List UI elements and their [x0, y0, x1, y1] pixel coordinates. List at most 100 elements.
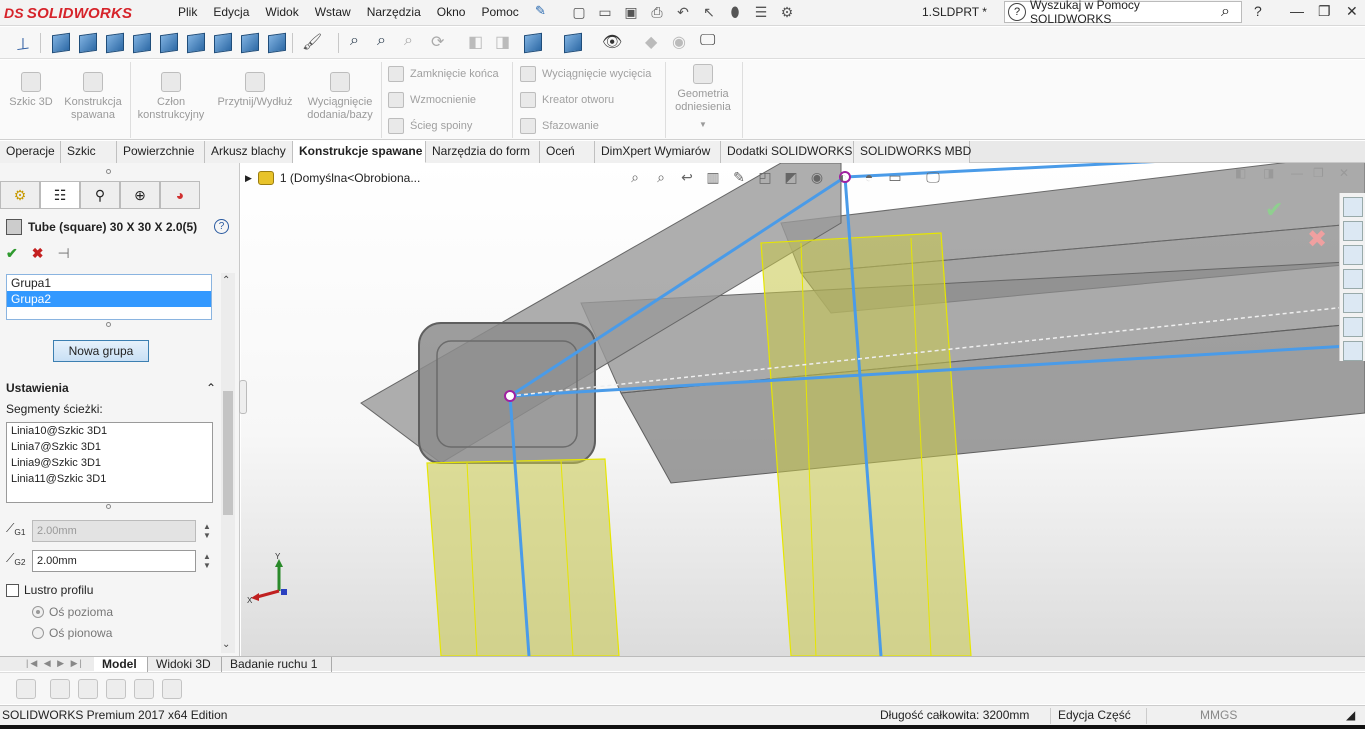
solidworks-logo[interactable]: DS SOLIDWORKS — [4, 2, 132, 24]
sketch-3d-button[interactable]: Szkic 3D — [8, 72, 54, 109]
pushpin-icon[interactable]: ⊣ — [57, 245, 69, 262]
chamfer-button[interactable]: Sfazowanie — [520, 118, 599, 134]
pm-scrollbar[interactable]: ⌃ ⌄ — [221, 273, 235, 653]
open-icon[interactable]: ▭ — [594, 2, 616, 22]
list-item[interactable]: Linia11@Szkic 3D1 — [7, 471, 212, 487]
brush-icon[interactable]: 🖌 — [302, 32, 324, 54]
menu-edit[interactable]: Edycja — [205, 4, 257, 20]
structural-member-icon[interactable] — [50, 679, 70, 699]
select-icon[interactable]: ↖ — [698, 2, 720, 22]
hide-show-icon[interactable]: ◉ — [807, 169, 827, 189]
expand-triangle-icon[interactable]: ▶ — [245, 173, 252, 184]
chevron-down-icon[interactable]: ▼ — [670, 118, 736, 131]
resize-handle[interactable] — [106, 322, 111, 327]
weldment-icon[interactable] — [16, 679, 36, 699]
structural-member-button[interactable]: Człon konstrukcyjny — [134, 72, 208, 122]
extruded-boss-button[interactable]: Wyciągnięcie dodania/bazy — [302, 72, 378, 122]
tab-dimxpert[interactable]: DimXpert Wymiarów — [595, 141, 721, 163]
display-style-icon[interactable] — [562, 32, 584, 54]
scroll-up-icon[interactable]: ⌃ — [222, 275, 230, 286]
rebuild-icon[interactable]: ⬮ — [724, 2, 746, 22]
hide-show-items-icon[interactable]: 👁 — [602, 32, 624, 54]
tab-motion-study[interactable]: Badanie ruchu 1 — [222, 657, 332, 672]
zoom-area-icon[interactable]: ⌕ — [377, 32, 399, 54]
view-orientation-icon[interactable]: ◰ — [755, 169, 775, 189]
gusset-button[interactable]: Wzmocnienie — [388, 92, 476, 108]
list-item[interactable]: Linia7@Szkic 3D1 — [7, 439, 212, 455]
reference-geometry-button[interactable]: Geometria odniesienia ▼ — [670, 64, 736, 131]
weld-bead-icon[interactable] — [162, 679, 182, 699]
section-view-icon[interactable]: ▥ — [703, 169, 723, 189]
zoom-selection-icon[interactable]: ⌕ — [404, 32, 426, 54]
settings-section-header[interactable]: Ustawienia ⌃ — [6, 381, 216, 395]
search-icon[interactable]: ⌕ — [1221, 3, 1241, 21]
tab-sheet-metal[interactable]: Arkusz blachy — [205, 141, 293, 163]
undo-icon[interactable]: ↶ — [672, 2, 694, 22]
groups-list[interactable]: Grupa1 Grupa2 — [6, 274, 212, 320]
mirror-profile-checkbox[interactable] — [6, 583, 19, 597]
view-right-icon[interactable] — [131, 32, 153, 54]
gap-g1-spinner[interactable]: ▲ ▼ — [203, 522, 211, 540]
file-properties-icon[interactable]: ☰ — [750, 2, 772, 22]
ok-check-icon[interactable]: ✔ — [6, 245, 18, 262]
pin-menu-icon[interactable]: ✎ — [535, 3, 546, 19]
list-item-group2[interactable]: Grupa2 — [7, 291, 211, 307]
end-cap-button[interactable]: Zamknięcie końca — [388, 66, 499, 82]
viewport-prev-icon[interactable]: ◧ — [1235, 166, 1246, 180]
viewport-next-icon[interactable]: ◨ — [1263, 166, 1274, 180]
design-library-icon[interactable] — [1343, 245, 1363, 265]
previous-view-icon[interactable]: ↩ — [677, 169, 697, 189]
dynamic-annotation-icon[interactable]: ✎ — [729, 169, 749, 189]
home-icon[interactable] — [1343, 197, 1363, 217]
custom-properties-icon[interactable] — [1343, 317, 1363, 337]
appearances-icon[interactable] — [1343, 293, 1363, 313]
property-manager-tab-icon[interactable]: ☷ — [40, 181, 80, 209]
tab-surfaces[interactable]: Powierzchnie — [117, 141, 205, 163]
tab-mbd[interactable]: SOLIDWORKS MBD — [854, 141, 971, 163]
view-settings-icon[interactable]: ▭ — [885, 169, 905, 189]
tab-addins[interactable]: Dodatki SOLIDWORKS — [721, 141, 854, 163]
viewport-restore-icon[interactable]: ❐ — [1313, 166, 1324, 180]
model-viewport[interactable] — [241, 163, 1365, 656]
tab-model[interactable]: Model — [94, 657, 148, 672]
mirror-profile-checkbox-row[interactable]: Lustro profilu — [6, 583, 93, 597]
dimxpert-manager-tab-icon[interactable]: ⊕ — [120, 181, 160, 209]
display-monitor-icon[interactable]: 🖵 — [923, 169, 943, 189]
tab-3d-views[interactable]: Widoki 3D — [148, 657, 222, 672]
trim-extend-icon[interactable] — [78, 679, 98, 699]
view-trimetric-icon[interactable] — [239, 32, 261, 54]
confirmation-ok-icon[interactable]: ✔ — [1265, 197, 1283, 223]
view-front-icon[interactable] — [50, 32, 72, 54]
menu-help[interactable]: Pomoc — [473, 4, 526, 20]
list-item-group1[interactable]: Grupa1 — [7, 275, 211, 291]
scroll-down-icon[interactable]: ⌄ — [222, 639, 230, 650]
help-search-input[interactable]: Wyszukaj w Pomocy SOLIDWORKS — [1030, 0, 1221, 26]
scene-icon[interactable]: ◉ — [672, 32, 694, 54]
view-top-icon[interactable] — [158, 32, 180, 54]
tab-features[interactable]: Operacje — [0, 141, 61, 163]
restore-icon[interactable]: ❐ — [1318, 3, 1331, 20]
resize-handle[interactable] — [106, 504, 111, 509]
feature-manager-tab-icon[interactable]: ⚙ — [0, 181, 40, 209]
axis-horizontal-radio[interactable] — [32, 606, 44, 618]
scroll-thumb[interactable] — [223, 391, 233, 515]
list-item[interactable]: Linia9@Szkic 3D1 — [7, 455, 212, 471]
weldment-button[interactable]: Konstrukcja spawana — [60, 72, 126, 122]
tab-scroll-arrows[interactable]: |◀ ◀ ▶ ▶| — [26, 658, 84, 669]
appearance-icon[interactable]: ◆ — [645, 32, 667, 54]
help-search-box[interactable]: ? Wyszukaj w Pomocy SOLIDWORKS ⌕ — [1004, 0, 1242, 26]
confirmation-cancel-icon[interactable]: ✖ — [1307, 225, 1327, 254]
normal-to-icon[interactable]: ⊥ — [14, 32, 36, 54]
resources-icon[interactable] — [1343, 221, 1363, 241]
list-item[interactable]: Linia10@Szkic 3D1 — [7, 423, 212, 439]
forum-icon[interactable] — [1343, 341, 1363, 361]
rotate-icon[interactable]: ⟳ — [431, 32, 453, 54]
pane-splitter-handle[interactable] — [239, 380, 247, 414]
resize-grip-icon[interactable]: ◢ — [1346, 706, 1355, 725]
gap-g2-spinner[interactable]: ▲ ▼ — [203, 552, 211, 570]
close-icon[interactable]: ✕ — [1346, 3, 1358, 20]
tab-evaluate[interactable]: Oceń — [540, 141, 595, 163]
chevron-up-icon[interactable]: ⌃ — [206, 381, 216, 395]
axis-vertical-radio[interactable] — [32, 627, 44, 639]
file-explorer-icon[interactable] — [1343, 269, 1363, 289]
